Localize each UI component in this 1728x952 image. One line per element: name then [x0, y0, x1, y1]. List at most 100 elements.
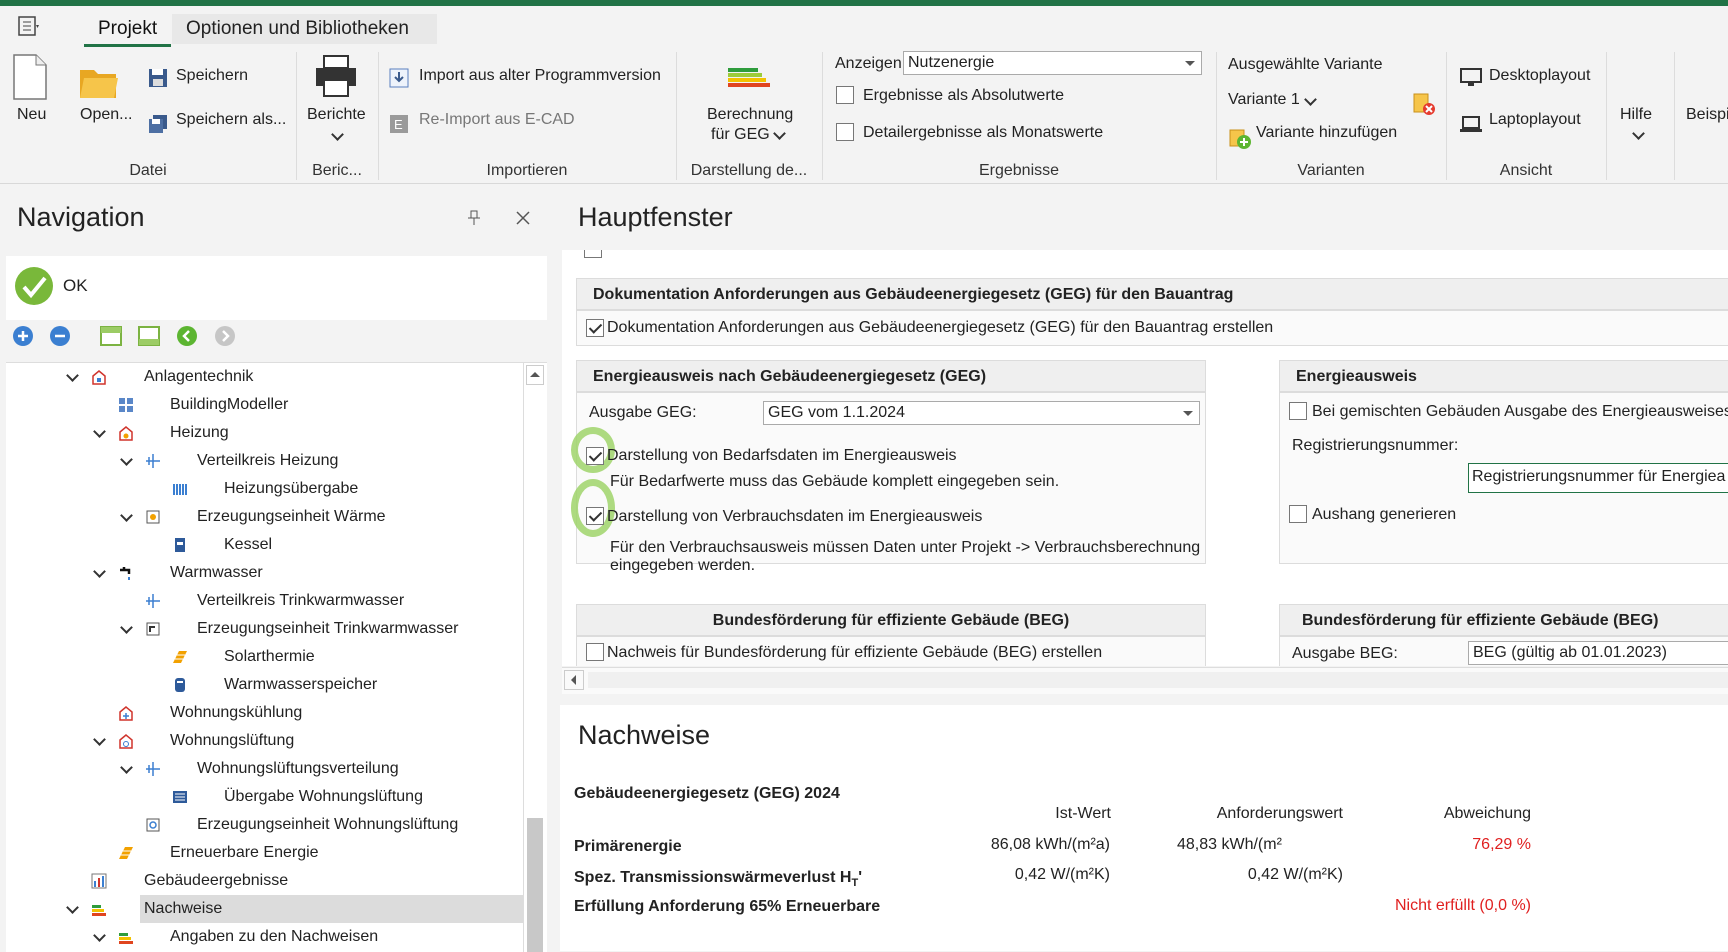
tree-item-nachweise[interactable]: Nachweise: [6, 895, 528, 923]
scroll-up-button[interactable]: [526, 365, 544, 385]
beg-label[interactable]: Nachweis für Bundesförderung für effizie…: [607, 644, 1102, 662]
speichern-als-button[interactable]: Speichern als...: [176, 111, 286, 129]
tree-item-erzeugungseinheit-wohnungslueftung[interactable]: Erzeugungseinheit Wohnungslüftung: [6, 811, 524, 839]
desktoplayout-button[interactable]: Desktoplayout: [1489, 67, 1590, 85]
gemischt-label[interactable]: Bei gemischten Gebäuden Ausgabe des Ener…: [1312, 403, 1728, 421]
bedarf-label[interactable]: Darstellung von Bedarfsdaten im Energiea…: [607, 447, 957, 465]
tree-item-anlagentechnik[interactable]: Anlagentechnik: [6, 363, 524, 391]
printer-icon[interactable]: [314, 54, 358, 98]
save-as-icon[interactable]: [148, 114, 168, 134]
chevron-down-icon[interactable]: [120, 511, 132, 523]
chevron-down-icon[interactable]: [120, 455, 132, 467]
bedarf-hint: Für Bedarfwerte muss das Gebäude komplet…: [610, 473, 1060, 490]
regnr-input[interactable]: Registrierungsnummer für Energiea: [1468, 463, 1728, 493]
energy-scale-icon[interactable]: [724, 64, 772, 94]
laptoplayout-button[interactable]: Laptoplayout: [1489, 111, 1581, 129]
chevron-down-icon[interactable]: [66, 371, 78, 383]
app-menu-icon[interactable]: [18, 16, 40, 36]
chevron-down-icon[interactable]: [93, 427, 105, 439]
chevron-down-icon[interactable]: [93, 567, 105, 579]
scroll-thumb[interactable]: [527, 818, 543, 952]
beispiel-button[interactable]: Beispi: [1686, 106, 1728, 124]
panel-bottom-icon[interactable]: [137, 324, 161, 348]
aushang-checkbox[interactable]: [1289, 505, 1307, 523]
tree-item-wohnungslueftungsverteilung[interactable]: Wohnungslüftungsverteilung: [6, 755, 524, 783]
variante-hinzufuegen-button[interactable]: Variante hinzufügen: [1256, 124, 1397, 142]
laptop-icon[interactable]: [1460, 114, 1482, 134]
chevron-down-icon[interactable]: [331, 130, 343, 142]
fuer-geg-label[interactable]: für GEG: [711, 126, 770, 144]
pin-icon[interactable]: [467, 210, 481, 226]
main-hscrollbar[interactable]: [562, 667, 1728, 694]
close-icon[interactable]: [516, 211, 530, 225]
navigate-forward-icon: [215, 326, 235, 346]
absolut-label[interactable]: Ergebnisse als Absolutwerte: [863, 87, 1064, 105]
tree-item-wohnungskuehlung[interactable]: Wohnungskühlung: [6, 699, 524, 727]
tab-projekt[interactable]: Projekt: [84, 14, 172, 47]
monats-checkbox[interactable]: [836, 123, 854, 141]
chevron-down-icon[interactable]: [93, 735, 105, 747]
chevron-down-icon[interactable]: [773, 129, 785, 141]
berechnung-label[interactable]: Berechnung: [707, 106, 793, 124]
hscroll-track[interactable]: [588, 672, 1728, 688]
verbrauch-checkbox[interactable]: [586, 507, 604, 525]
tree-item-kessel[interactable]: Kessel: [6, 531, 524, 559]
doku-label[interactable]: Dokumentation Anforderungen aus Gebäudee…: [607, 319, 1273, 337]
berichte-button[interactable]: Berichte: [307, 106, 366, 124]
tree-item-warmwasser[interactable]: Warmwasser: [6, 559, 524, 587]
variante-select[interactable]: Variante 1: [1228, 91, 1300, 109]
delete-variant-icon[interactable]: [1412, 92, 1436, 116]
chevron-down-icon[interactable]: [120, 763, 132, 775]
save-icon[interactable]: [148, 68, 168, 88]
ausgabe-geg-select[interactable]: GEG vom 1.1.2024: [763, 401, 1200, 425]
tree-item-solarthermie[interactable]: Solarthermie: [6, 643, 524, 671]
chevron-down-icon[interactable]: [120, 623, 132, 635]
desktop-icon[interactable]: [1460, 68, 1482, 88]
navigate-back-icon[interactable]: [175, 324, 199, 348]
tree-item-erzeugungseinheit-waerme[interactable]: Erzeugungseinheit Wärme: [6, 503, 524, 531]
gemischt-checkbox[interactable]: [1289, 402, 1307, 420]
import-alt-button[interactable]: Import aus alter Programmversion: [419, 67, 661, 85]
panel-top-icon[interactable]: [99, 324, 123, 348]
tree-item-warmwasserspeicher[interactable]: Warmwasserspeicher: [6, 671, 524, 699]
new-document-icon[interactable]: [12, 53, 48, 101]
beg-checkbox[interactable]: [586, 643, 604, 661]
tree-item-wohnungslueftung[interactable]: Wohnungslüftung: [6, 727, 524, 755]
open-folder-icon[interactable]: [78, 64, 120, 100]
tree-item-verteilkreis-heizung[interactable]: Verteilkreis Heizung: [6, 447, 524, 475]
open-button[interactable]: Open...: [80, 106, 132, 124]
absolut-checkbox[interactable]: [836, 86, 854, 104]
tree-item-uebergabe-wohnungslueftung[interactable]: Übergabe Wohnungslüftung: [6, 783, 524, 811]
tree-item-erzeugungseinheit-trinkwarmwasser[interactable]: Erzeugungseinheit Trinkwarmwasser: [6, 615, 524, 643]
chevron-down-icon[interactable]: [66, 903, 78, 915]
bedarf-checkbox[interactable]: [586, 447, 604, 465]
anzeigen-select[interactable]: Nutzenergie: [903, 51, 1202, 75]
tree-item-heizungsuebergabe[interactable]: Heizungsübergabe: [6, 475, 524, 503]
partial-checkbox[interactable]: [584, 250, 602, 258]
add-variant-icon[interactable]: [1228, 126, 1252, 150]
tab-optionen[interactable]: Optionen und Bibliotheken: [172, 14, 437, 44]
aushang-label[interactable]: Aushang generieren: [1312, 506, 1456, 524]
tree-item-erneuerbare-energie[interactable]: Erneuerbare Energie: [6, 839, 524, 867]
ausgabe-beg-select[interactable]: BEG (gültig ab 01.01.2023): [1468, 641, 1728, 665]
chevron-down-icon[interactable]: [1304, 95, 1316, 107]
scroll-left-button[interactable]: [564, 670, 584, 690]
import-icon[interactable]: [389, 68, 409, 88]
tree-item-heizung[interactable]: Heizung: [6, 419, 524, 447]
tree-item-buildingmodeller[interactable]: BuildingModeller: [6, 391, 524, 419]
chevron-down-icon[interactable]: [1632, 129, 1644, 141]
tree-scrollbar[interactable]: [523, 363, 546, 952]
hilfe-button[interactable]: Hilfe: [1620, 106, 1652, 124]
verbrauch-label[interactable]: Darstellung von Verbrauchsdaten im Energ…: [607, 508, 982, 526]
speichern-button[interactable]: Speichern: [176, 67, 248, 85]
tree-item-angaben-nachweise[interactable]: Angaben zu den Nachweisen: [6, 923, 524, 951]
monats-label[interactable]: Detailergebnisse als Monatswerte: [863, 124, 1103, 142]
tree-item-verteilkreis-trinkwarmwasser[interactable]: Verteilkreis Trinkwarmwasser: [6, 587, 524, 615]
expand-all-icon[interactable]: [11, 324, 35, 348]
grid-icon: [119, 398, 133, 412]
doku-checkbox[interactable]: [586, 319, 604, 337]
collapse-all-icon[interactable]: [48, 324, 72, 348]
tree-item-gebaeudeergebnisse[interactable]: Gebäudeergebnisse: [6, 867, 524, 895]
neu-button[interactable]: Neu: [17, 106, 46, 124]
chevron-down-icon[interactable]: [93, 931, 105, 943]
